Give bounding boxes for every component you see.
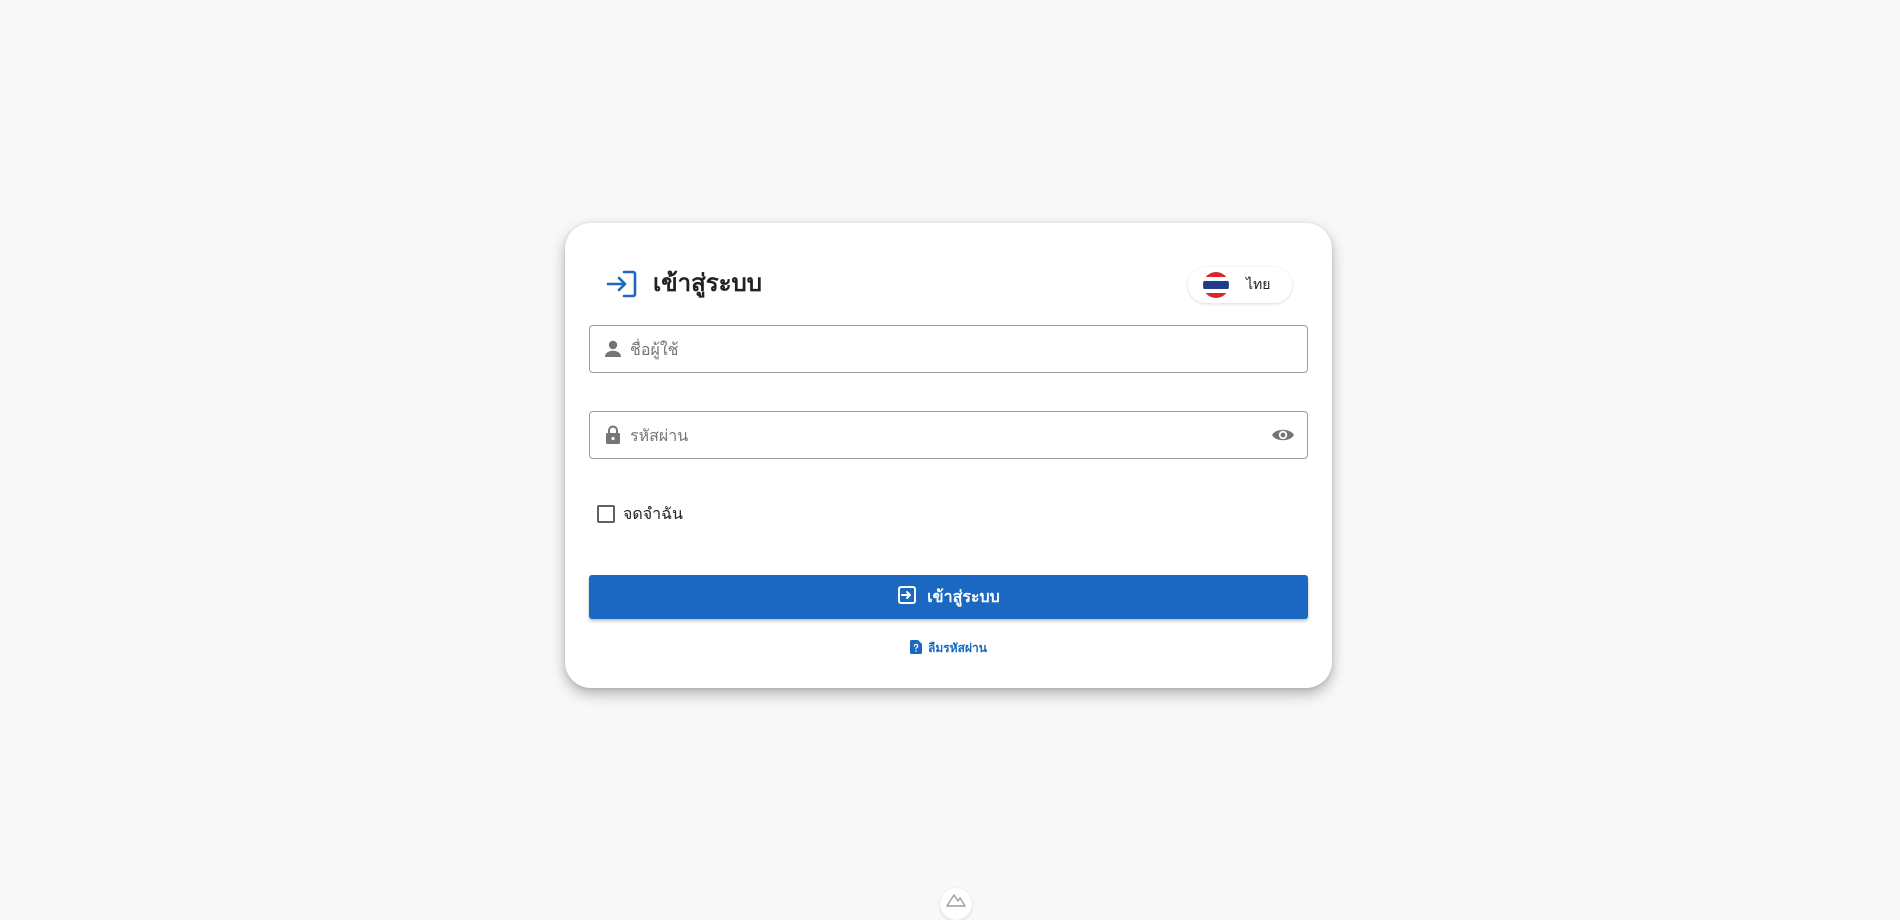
footer-logo (940, 888, 972, 920)
password-input[interactable] (630, 412, 1230, 458)
login-button[interactable]: เข้าสู่ระบบ (589, 575, 1308, 619)
remember-label: จดจำฉัน (623, 504, 683, 523)
eye-icon[interactable] (1271, 424, 1295, 446)
login-button-label: เข้าสู่ระบบ (927, 587, 1000, 606)
lock-icon (606, 425, 620, 444)
remember-checkbox[interactable] (597, 505, 615, 523)
login-icon (606, 270, 637, 298)
login-button-content: เข้าสู่ระบบ (589, 575, 1308, 619)
forgot-password-link[interactable]: ลืมรหัสผ่าน (565, 639, 1332, 657)
login-icon (898, 585, 917, 604)
card-header: เข้าสู่ระบบ ไทย (605, 259, 1292, 307)
language-label: ไทย (1246, 277, 1271, 293)
login-card: เข้าสู่ระบบ ไทย ชื่อผู้ใช้ จดจำฉัน เข้าส… (565, 223, 1332, 688)
forgot-password-label: ลืมรหัสผ่าน (928, 641, 987, 655)
page-title: เข้าสู่ระบบ (653, 269, 762, 297)
person-icon (605, 340, 621, 357)
logo-icon (946, 894, 966, 907)
username-input[interactable] (630, 326, 1230, 372)
thailand-flag-icon (1203, 272, 1229, 298)
language-switcher[interactable]: ไทย (1188, 267, 1292, 303)
password-field[interactable] (589, 411, 1308, 459)
username-field[interactable] (589, 325, 1308, 373)
file-question-icon (910, 640, 923, 654)
